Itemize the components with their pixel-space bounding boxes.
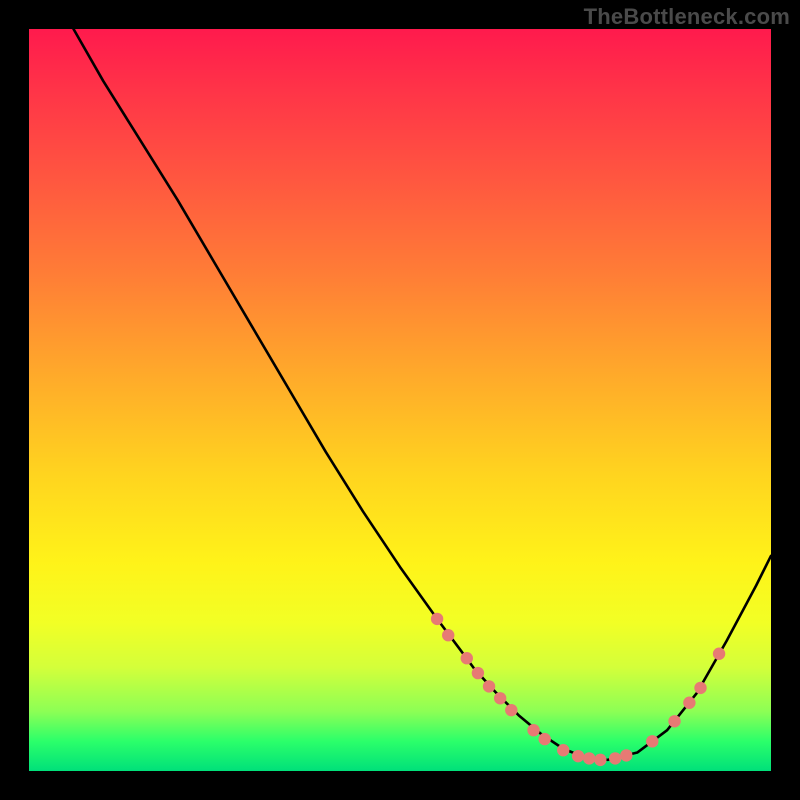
curve-dot bbox=[461, 652, 473, 664]
curve-dot bbox=[583, 752, 595, 764]
curve-dot bbox=[594, 754, 606, 766]
curve-dot bbox=[472, 667, 484, 679]
plot-area bbox=[29, 29, 771, 771]
curve-svg bbox=[29, 29, 771, 771]
curve-dot bbox=[609, 752, 621, 764]
curve-dot bbox=[442, 629, 454, 641]
curve-dot bbox=[494, 692, 506, 704]
curve-dot bbox=[668, 715, 680, 727]
curve-dot bbox=[620, 749, 632, 761]
curve-dots bbox=[431, 613, 725, 766]
attribution-label: TheBottleneck.com bbox=[584, 4, 790, 30]
curve-dot bbox=[646, 735, 658, 747]
curve-dot bbox=[572, 750, 584, 762]
curve-dot bbox=[713, 648, 725, 660]
chart-stage: TheBottleneck.com bbox=[0, 0, 800, 800]
bottleneck-curve bbox=[74, 29, 771, 760]
curve-dot bbox=[557, 744, 569, 756]
curve-dot bbox=[538, 733, 550, 745]
curve-dot bbox=[694, 682, 706, 694]
curve-dot bbox=[683, 697, 695, 709]
curve-dot bbox=[527, 724, 539, 736]
curve-dot bbox=[431, 613, 443, 625]
curve-dot bbox=[505, 704, 517, 716]
curve-dot bbox=[483, 680, 495, 692]
